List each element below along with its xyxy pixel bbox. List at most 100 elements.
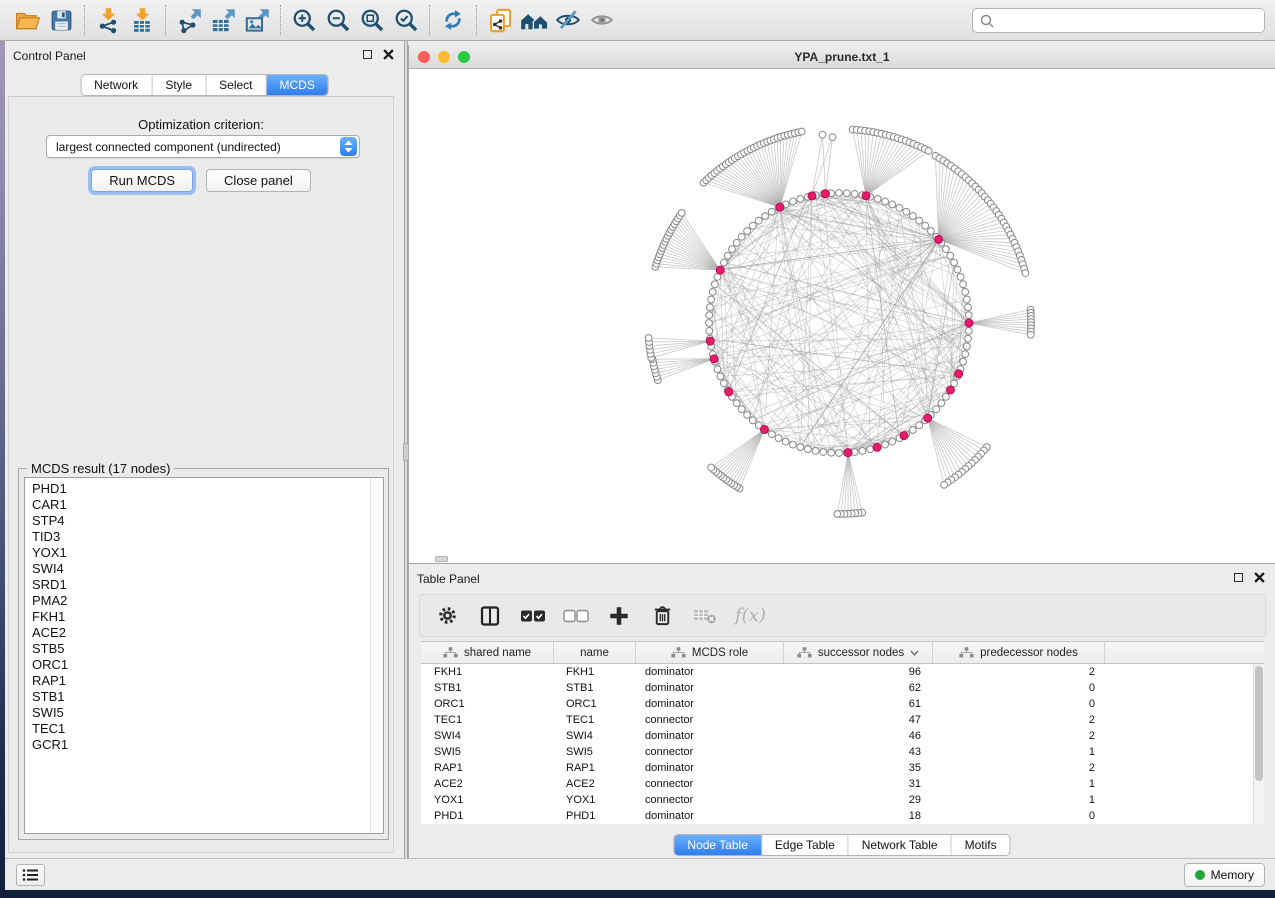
- export-image-icon[interactable]: [240, 3, 274, 37]
- memory-status-icon: [1195, 870, 1205, 880]
- table-row[interactable]: PHD1PHD1dominator180: [421, 808, 1253, 824]
- table-scrollbar-track[interactable]: [1253, 664, 1264, 824]
- close-panel-icon[interactable]: [1252, 570, 1267, 585]
- tab-style[interactable]: Style: [151, 75, 205, 95]
- cell: 2: [933, 714, 1105, 726]
- mcds-result-item[interactable]: STB5: [32, 641, 383, 657]
- column-header-shared-name[interactable]: shared name: [421, 642, 554, 663]
- mcds-result-item[interactable]: TID3: [32, 529, 383, 545]
- tab-network[interactable]: Network: [81, 75, 151, 95]
- zoom-in-icon[interactable]: [287, 3, 321, 37]
- application-window: Control Panel NetworkStyleSelectMCDS Opt…: [5, 41, 1275, 890]
- tab-network-table[interactable]: Network Table: [848, 835, 951, 855]
- table-row[interactable]: FKH1FKH1dominator962: [421, 664, 1253, 680]
- cell: connector: [636, 778, 784, 790]
- hierarchy-icon: [671, 647, 686, 658]
- column-header-name[interactable]: name: [554, 642, 636, 663]
- select-all-icon[interactable]: [520, 603, 546, 629]
- search-input[interactable]: [995, 11, 1264, 31]
- mcds-result-item[interactable]: PHD1: [32, 481, 383, 497]
- mcds-result-item[interactable]: STB1: [32, 689, 383, 705]
- gear-icon[interactable]: [434, 603, 460, 629]
- float-panel-icon[interactable]: [360, 47, 375, 62]
- table-row[interactable]: SWI5SWI5connector431: [421, 744, 1253, 760]
- mcds-result-item[interactable]: SRD1: [32, 577, 383, 593]
- memory-button[interactable]: Memory: [1184, 863, 1265, 887]
- table-row[interactable]: ORC1ORC1dominator610: [421, 696, 1253, 712]
- table-scrollbar-thumb[interactable]: [1255, 666, 1263, 781]
- mcds-result-item[interactable]: ACE2: [32, 625, 383, 641]
- column-header-filler: [1105, 642, 1264, 663]
- cell: SWI4: [554, 730, 636, 742]
- hide-eye-slash-icon[interactable]: [551, 3, 585, 37]
- network-window-titlebar[interactable]: YPA_prune.txt_1: [409, 45, 1275, 69]
- tab-mcds[interactable]: MCDS: [266, 75, 328, 95]
- neighbors-houses-icon[interactable]: [517, 3, 551, 37]
- tab-select[interactable]: Select: [205, 75, 265, 95]
- table-row[interactable]: RAP1RAP1dominator352: [421, 760, 1253, 776]
- add-column-icon[interactable]: [606, 603, 632, 629]
- zoom-selected-icon[interactable]: [389, 3, 423, 37]
- trash-icon[interactable]: [649, 603, 675, 629]
- control-panel: Control Panel NetworkStyleSelectMCDS Opt…: [5, 41, 404, 858]
- mcds-result-list[interactable]: PHD1CAR1STP4TID3YOX1SWI4SRD1PMA2FKH1ACE2…: [24, 477, 384, 834]
- export-network-icon[interactable]: [172, 3, 206, 37]
- zoom-out-icon[interactable]: [321, 3, 355, 37]
- sort-descending-icon: [910, 650, 919, 656]
- close-panel-button[interactable]: Close panel: [206, 169, 311, 192]
- mcds-result-item[interactable]: TEC1: [32, 721, 383, 737]
- column-header-successor-nodes[interactable]: successor nodes: [784, 642, 933, 663]
- toolbar-separator: [280, 5, 281, 35]
- criterion-dropdown[interactable]: largest connected component (undirected): [46, 135, 360, 158]
- cell: YOX1: [421, 794, 554, 806]
- duplicate-network-icon[interactable]: [483, 3, 517, 37]
- mcds-result-item[interactable]: FKH1: [32, 609, 383, 625]
- mcds-result-item[interactable]: ORC1: [32, 657, 383, 673]
- mcds-result-item[interactable]: YOX1: [32, 545, 383, 561]
- mcds-result-item[interactable]: SWI4: [32, 561, 383, 577]
- save-icon[interactable]: [44, 3, 78, 37]
- deselect-all-icon[interactable]: [563, 603, 589, 629]
- optimization-criterion-label: Optimization criterion:: [9, 117, 393, 132]
- import-table-icon[interactable]: [125, 3, 159, 37]
- show-columns-icon[interactable]: [477, 603, 503, 629]
- node-table-body[interactable]: FKH1FKH1dominator962STB1STB1dominator620…: [421, 664, 1253, 824]
- network-canvas[interactable]: [409, 69, 1275, 563]
- run-mcds-button[interactable]: Run MCDS: [91, 169, 193, 192]
- mcds-result-item[interactable]: STP4: [32, 513, 383, 529]
- tab-node-table[interactable]: Node Table: [674, 835, 761, 855]
- float-panel-icon[interactable]: [1231, 570, 1246, 585]
- delete-table-disabled-icon: [692, 603, 718, 629]
- cell: connector: [636, 714, 784, 726]
- zoom-fit-icon[interactable]: [355, 3, 389, 37]
- tab-motifs[interactable]: Motifs: [951, 835, 1010, 855]
- column-header-predecessor-nodes[interactable]: predecessor nodes: [933, 642, 1105, 663]
- column-header-mcds-role[interactable]: MCDS role: [636, 642, 784, 663]
- cell: ACE2: [554, 778, 636, 790]
- table-row[interactable]: ACE2ACE2connector311: [421, 776, 1253, 792]
- show-eye-icon[interactable]: [585, 3, 619, 37]
- close-panel-icon[interactable]: [381, 47, 396, 62]
- table-row[interactable]: SWI4SWI4dominator462: [421, 728, 1253, 744]
- cell: TEC1: [421, 714, 554, 726]
- refresh-icon[interactable]: [436, 3, 470, 37]
- task-history-icon[interactable]: [16, 864, 45, 886]
- network-graph[interactable]: [409, 69, 1274, 563]
- mcds-result-item[interactable]: SWI5: [32, 705, 383, 721]
- horizontal-splitter-handle[interactable]: [435, 556, 448, 562]
- tab-edge-table[interactable]: Edge Table: [761, 835, 848, 855]
- table-row[interactable]: STB1STB1dominator620: [421, 680, 1253, 696]
- mcds-result-item[interactable]: CAR1: [32, 497, 383, 513]
- mcds-result-item[interactable]: GCR1: [32, 737, 383, 753]
- search-box[interactable]: [972, 8, 1265, 33]
- import-network-icon[interactable]: [91, 3, 125, 37]
- table-row[interactable]: TEC1TEC1connector472: [421, 712, 1253, 728]
- table-row[interactable]: YOX1YOX1connector291: [421, 792, 1253, 808]
- export-table-icon[interactable]: [206, 3, 240, 37]
- mcds-result-item[interactable]: PMA2: [32, 593, 383, 609]
- open-folder-icon[interactable]: [10, 3, 44, 37]
- list-scrollbar-track[interactable]: [370, 478, 383, 833]
- network-view-window: YPA_prune.txt_1: [408, 45, 1275, 563]
- mcds-result-item[interactable]: RAP1: [32, 673, 383, 689]
- network-window-title: YPA_prune.txt_1: [409, 50, 1275, 64]
